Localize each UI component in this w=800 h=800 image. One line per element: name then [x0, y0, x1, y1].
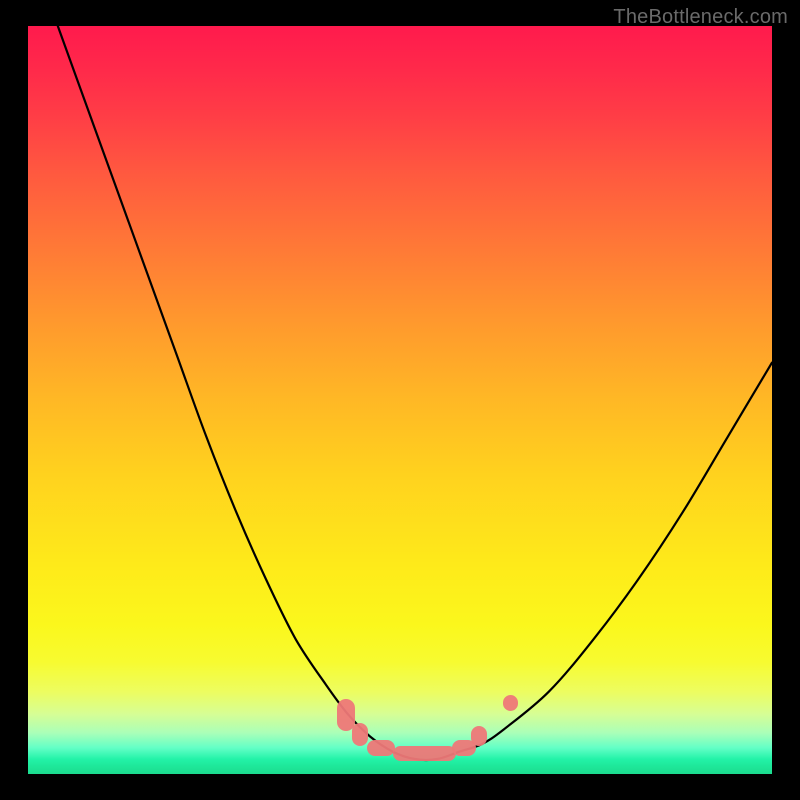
- ridge-marker: [352, 723, 368, 745]
- ridge-marker: [337, 699, 355, 730]
- ridge-marker: [393, 746, 456, 761]
- ridge-marker: [471, 726, 487, 745]
- bottleneck-curve: [58, 26, 772, 760]
- plot-area: [28, 26, 772, 774]
- chart-stage: TheBottleneck.com: [0, 0, 800, 800]
- curve-svg: [28, 26, 772, 774]
- ridge-marker: [367, 740, 395, 756]
- ridge-marker: [503, 695, 518, 711]
